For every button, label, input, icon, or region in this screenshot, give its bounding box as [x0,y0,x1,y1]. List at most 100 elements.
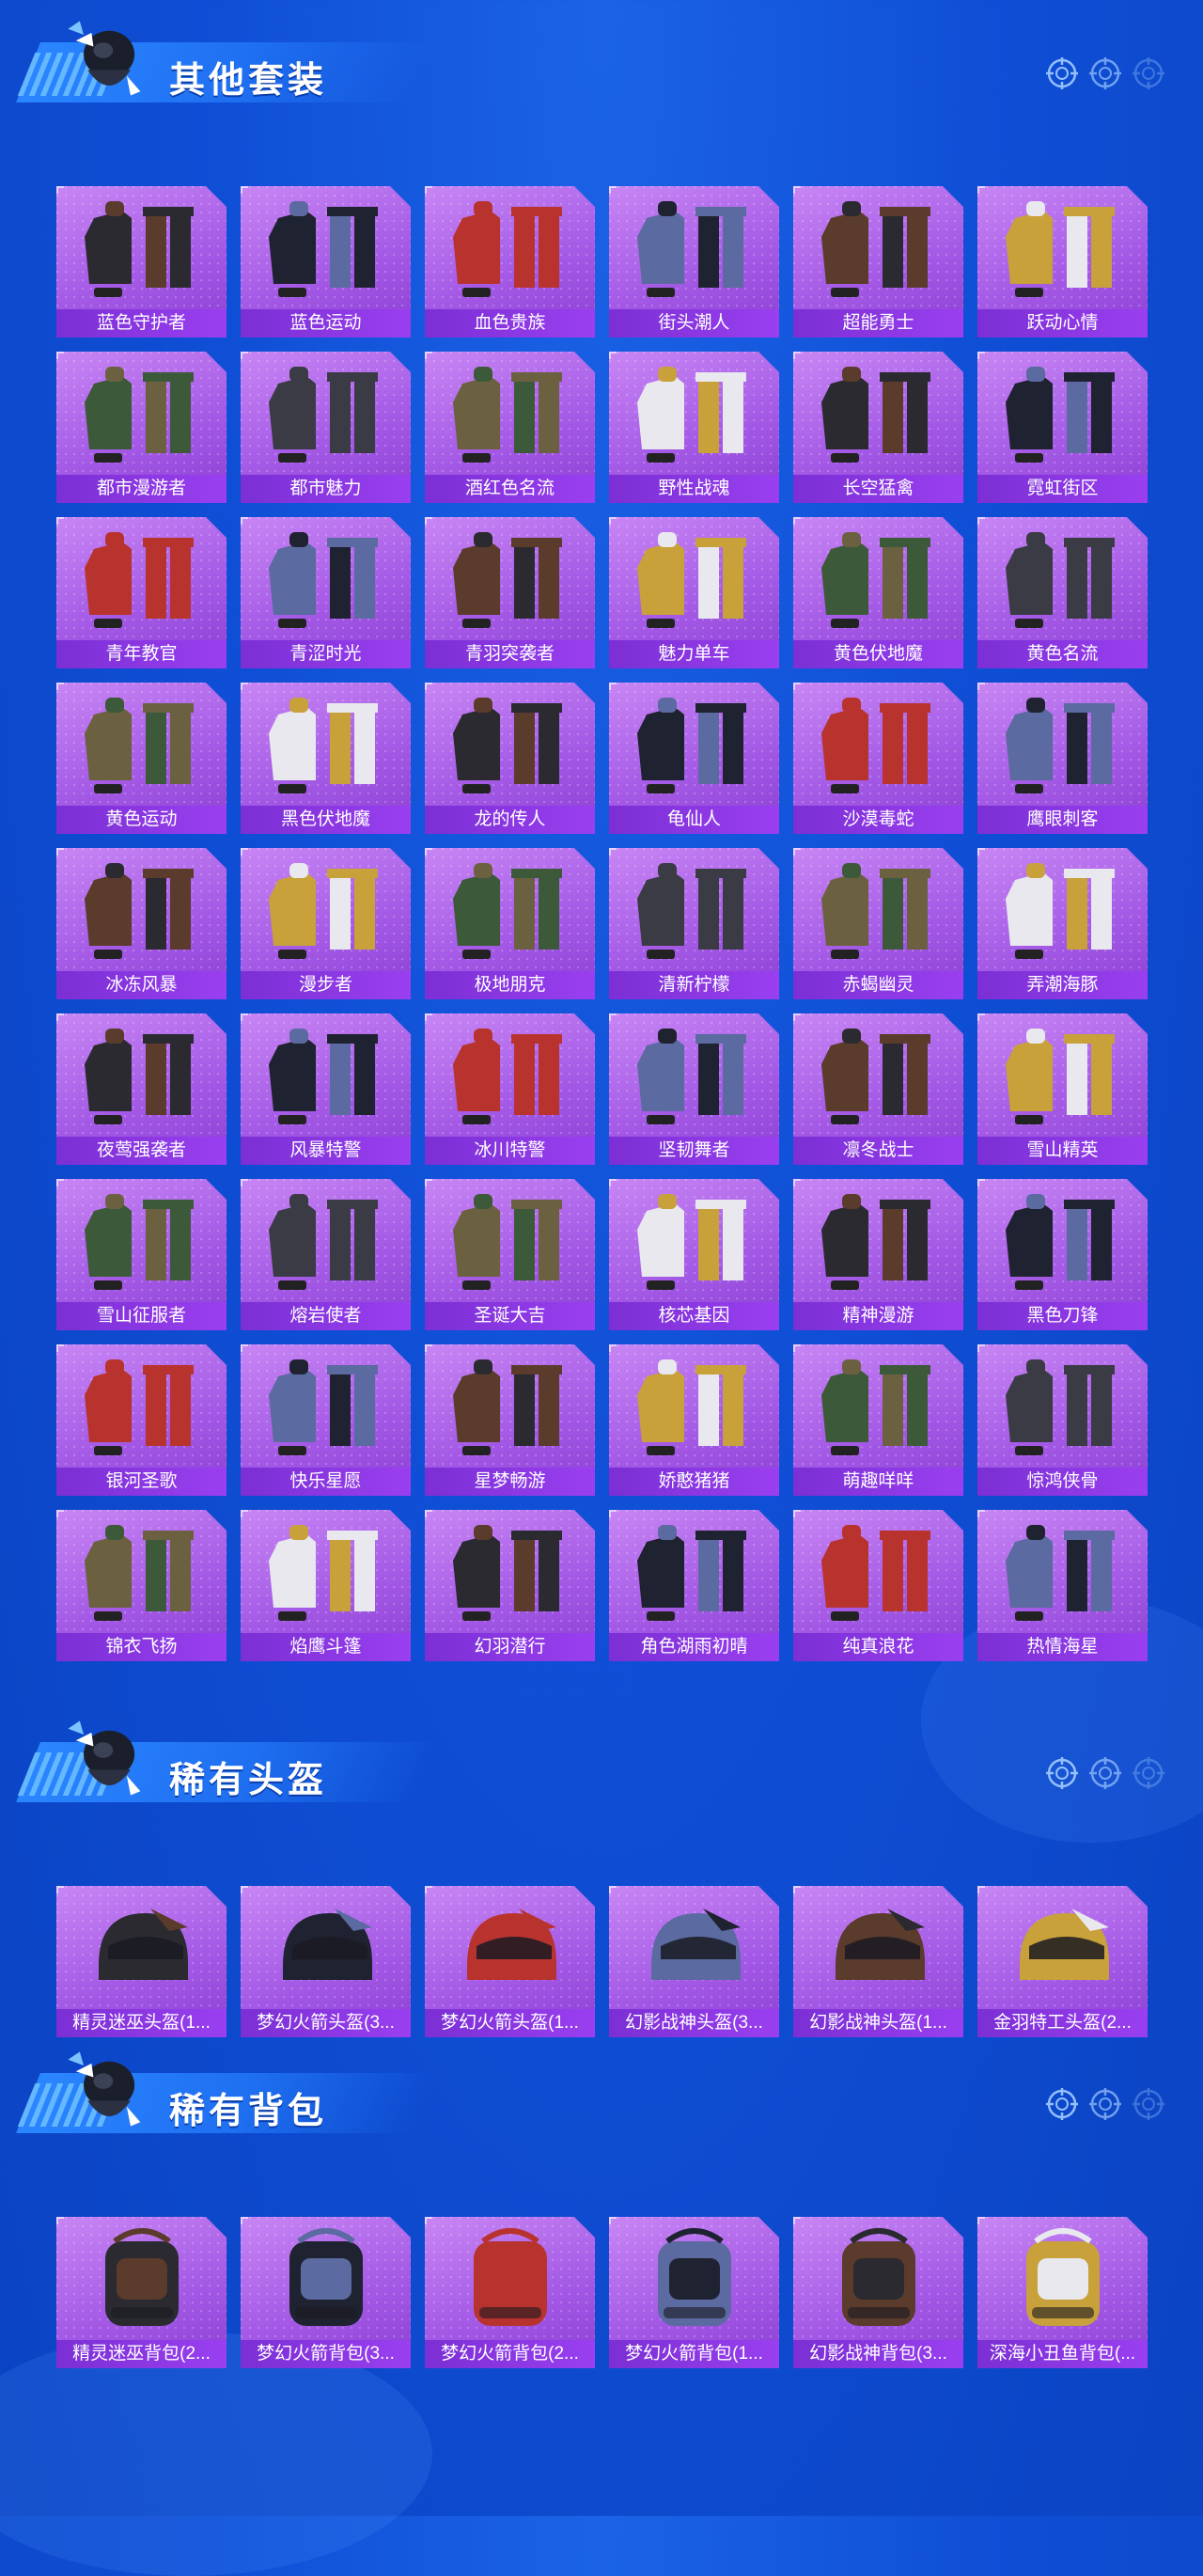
item-card[interactable]: 野性战魂 [609,352,779,503]
item-image [56,1514,227,1630]
item-card[interactable]: 焰鹰斗篷 [241,1510,411,1661]
item-card[interactable]: 跃动心情 [977,186,1148,338]
item-card[interactable]: 霓虹街区 [977,352,1148,503]
section-header: 稀有头盔 [0,1700,1203,1813]
item-card[interactable]: 热情海星 [977,1510,1148,1661]
item-card[interactable]: 蓝色守护者 [56,186,227,338]
item-image [977,190,1148,306]
item-card[interactable]: 纯真浪花 [793,1510,963,1661]
item-card[interactable]: 娇憨猪猪 [609,1344,779,1496]
item-name: 黄色伏地魔 [793,640,963,668]
item-card[interactable]: 幻影战神背包(3... [793,2217,963,2368]
item-card[interactable]: 黄色名流 [977,517,1148,668]
item-card[interactable]: 雪山征服者 [56,1179,227,1330]
item-card[interactable]: 风暴特警 [241,1013,411,1165]
item-card[interactable]: 青羽突袭者 [425,517,595,668]
item-name: 漫步者 [241,971,411,999]
item-card[interactable]: 都市漫游者 [56,352,227,503]
item-card[interactable]: 蓝色运动 [241,186,411,338]
item-card[interactable]: 黄色运动 [56,683,227,834]
item-name: 弄潮海豚 [977,971,1148,999]
item-card[interactable]: 熔岩使者 [241,1179,411,1330]
item-image [609,190,779,306]
item-card[interactable]: 赤蝎幽灵 [793,848,963,999]
item-card[interactable]: 梦幻火箭背包(2... [425,2217,595,2368]
item-name: 惊鸿侠骨 [977,1468,1148,1496]
item-card[interactable]: 漫步者 [241,848,411,999]
item-card[interactable]: 星梦畅游 [425,1344,595,1496]
item-image [56,1890,227,2006]
item-card[interactable]: 快乐星愿 [241,1344,411,1496]
item-card[interactable]: 超能勇士 [793,186,963,338]
item-card[interactable]: 幻羽潜行 [425,1510,595,1661]
item-image [56,852,227,968]
item-card[interactable]: 冰冻风暴 [56,848,227,999]
item-image [609,1514,779,1630]
item-card[interactable]: 弄潮海豚 [977,848,1148,999]
item-card[interactable]: 梦幻火箭头盔(1... [425,1886,595,2037]
item-card[interactable]: 夜莺强袭者 [56,1013,227,1165]
item-card[interactable]: 黑色刀锋 [977,1179,1148,1330]
item-card[interactable]: 精灵迷巫头盔(1... [56,1886,227,2037]
item-card[interactable]: 青年教官 [56,517,227,668]
section-other-outfits: 其他套装 蓝色守护者 蓝色运动 血色贵族 街头潮人 超能勇士 跃动心情 都市漫游… [0,0,1203,113]
item-card[interactable]: 幻影战神头盔(3... [609,1886,779,2037]
item-image [793,1017,963,1134]
item-name: 雪山征服者 [56,1302,227,1330]
item-image [241,1017,411,1134]
item-card[interactable]: 龙的传人 [425,683,595,834]
item-grid: 精灵迷巫头盔(1... 梦幻火箭头盔(3... 梦幻火箭头盔(1... 幻影战神… [56,1886,1148,2037]
item-image [425,190,595,306]
item-image [609,1890,779,2006]
section-header: 稀有背包 [0,2031,1203,2144]
item-card[interactable]: 龟仙人 [609,683,779,834]
item-name: 冰川特警 [425,1137,595,1165]
item-name: 血色贵族 [425,309,595,338]
item-name: 都市漫游者 [56,475,227,503]
item-image [977,1348,1148,1465]
item-card[interactable]: 梦幻火箭头盔(3... [241,1886,411,2037]
item-name: 冰冻风暴 [56,971,227,999]
item-name: 龟仙人 [609,806,779,834]
item-card[interactable]: 极地朋克 [425,848,595,999]
item-name: 青年教官 [56,640,227,668]
item-name: 精灵迷巫背包(2... [56,2340,227,2368]
item-name: 星梦畅游 [425,1468,595,1496]
item-card[interactable]: 都市魅力 [241,352,411,503]
item-card[interactable]: 清新柠檬 [609,848,779,999]
item-card[interactable]: 金羽特工头盔(2... [977,1886,1148,2037]
item-name: 快乐星愿 [241,1468,411,1496]
item-card[interactable]: 幻影战神头盔(1... [793,1886,963,2037]
item-card[interactable]: 鹰眼刺客 [977,683,1148,834]
item-card[interactable]: 锦衣飞扬 [56,1510,227,1661]
item-card[interactable]: 冰川特警 [425,1013,595,1165]
item-card[interactable]: 萌趣咩咩 [793,1344,963,1496]
item-card[interactable]: 圣诞大吉 [425,1179,595,1330]
item-card[interactable]: 精神漫游 [793,1179,963,1330]
item-card[interactable]: 精灵迷巫背包(2... [56,2217,227,2368]
item-name: 娇憨猪猪 [609,1468,779,1496]
item-name: 深海小丑鱼背包(... [977,2340,1148,2368]
item-card[interactable]: 沙漠毒蛇 [793,683,963,834]
item-card[interactable]: 银河圣歌 [56,1344,227,1496]
item-card[interactable]: 黑色伏地魔 [241,683,411,834]
item-card[interactable]: 凛冬战士 [793,1013,963,1165]
item-card[interactable]: 坚韧舞者 [609,1013,779,1165]
item-card[interactable]: 梦幻火箭背包(1... [609,2217,779,2368]
item-card[interactable]: 长空猛禽 [793,352,963,503]
item-card[interactable]: 深海小丑鱼背包(... [977,2217,1148,2368]
item-card[interactable]: 核芯基因 [609,1179,779,1330]
item-card[interactable]: 角色湖雨初晴 [609,1510,779,1661]
item-card[interactable]: 街头潮人 [609,186,779,338]
section-title: 稀有背包 [169,2092,328,2131]
item-card[interactable]: 血色贵族 [425,186,595,338]
item-name: 梦幻火箭背包(2... [425,2340,595,2368]
item-card[interactable]: 雪山精英 [977,1013,1148,1165]
item-card[interactable]: 青涩时光 [241,517,411,668]
item-card[interactable]: 黄色伏地魔 [793,517,963,668]
item-image [56,355,227,472]
item-card[interactable]: 惊鸿侠骨 [977,1344,1148,1496]
item-card[interactable]: 梦幻火箭背包(3... [241,2217,411,2368]
item-card[interactable]: 酒红色名流 [425,352,595,503]
item-card[interactable]: 魅力单车 [609,517,779,668]
